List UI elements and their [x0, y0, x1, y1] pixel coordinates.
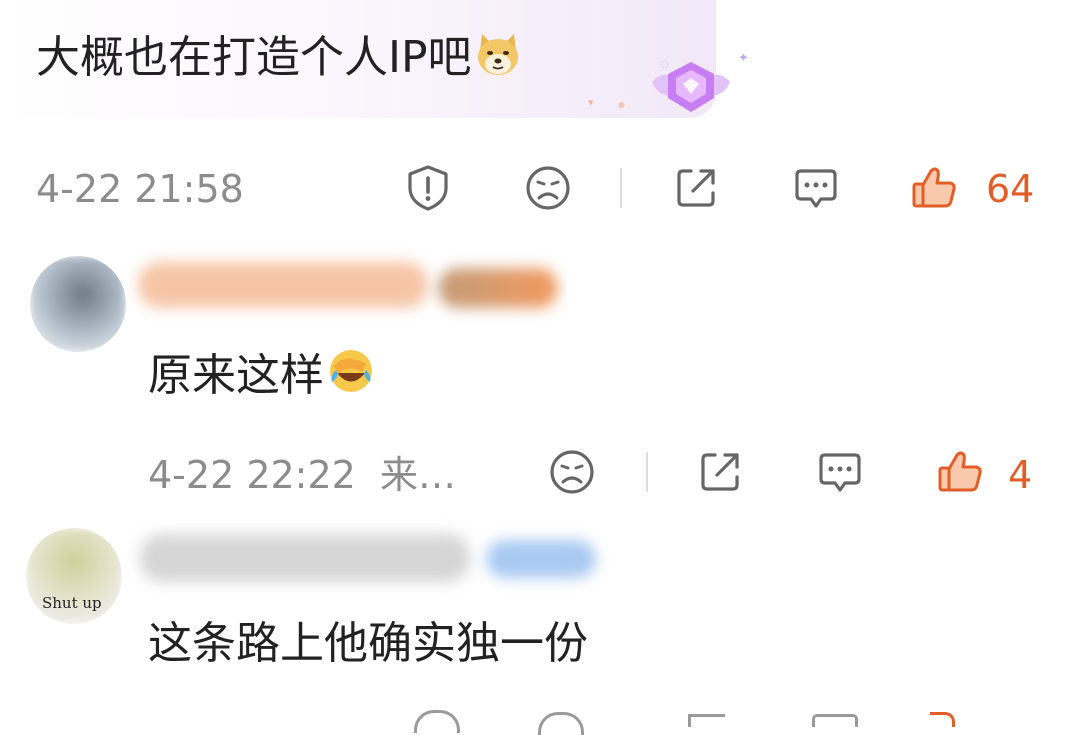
doge-emoji-icon	[474, 30, 522, 94]
comment-text: 大概也在打造个人IP吧	[36, 32, 472, 83]
reply-location: 来…	[380, 453, 457, 497]
username-blurred[interactable]	[138, 262, 428, 308]
dislike-face-icon[interactable]	[538, 712, 584, 735]
share-icon[interactable]	[688, 714, 725, 727]
reply-timestamp: 4-22 22:22	[148, 453, 356, 497]
comment-timestamp: 4-22 21:58	[36, 167, 244, 211]
share-icon[interactable]	[692, 444, 748, 500]
sparkle-icon: ●	[618, 100, 625, 109]
comment-text-line: 大概也在打造个人IP吧	[36, 28, 522, 94]
reply-text-line: 原来这样	[148, 346, 376, 412]
avatar-caption: Shut up	[42, 594, 102, 612]
avatar[interactable]	[30, 256, 126, 352]
like-icon[interactable]	[932, 444, 988, 500]
facepalm-laugh-emoji-icon	[326, 346, 376, 412]
share-icon[interactable]	[668, 160, 724, 216]
sparkle-icon: ✦	[738, 51, 749, 66]
like-count: 64	[986, 167, 1035, 211]
report-icon[interactable]	[400, 160, 456, 216]
like-count: 4	[1008, 453, 1033, 497]
user-badge-blurred	[438, 268, 558, 308]
user-badge-blurred	[486, 540, 596, 578]
divider	[620, 168, 622, 208]
divider	[646, 452, 648, 492]
like-icon[interactable]	[906, 160, 962, 216]
sparkle-icon: ▾	[588, 96, 594, 109]
reply-icon[interactable]	[812, 714, 858, 727]
reply-icon[interactable]	[812, 444, 868, 500]
dislike-face-icon[interactable]	[520, 160, 576, 216]
reply-icon[interactable]	[788, 160, 844, 216]
reply-meta: 4-22 22:22 来…	[148, 452, 456, 498]
username-blurred[interactable]	[140, 534, 470, 582]
dislike-face-icon[interactable]	[544, 444, 600, 500]
like-icon[interactable]	[930, 712, 955, 727]
reply-text: 原来这样	[148, 350, 324, 401]
reply-text: 这条路上他确实独一份	[148, 618, 588, 669]
sparkle-icon: ○	[660, 59, 669, 70]
